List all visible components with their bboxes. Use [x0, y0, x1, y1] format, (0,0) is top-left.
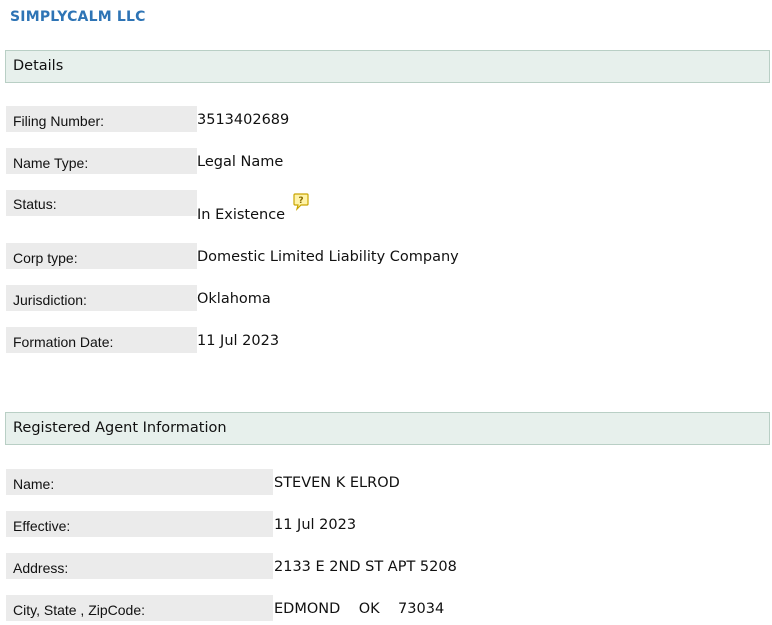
- svg-text:?: ?: [298, 196, 303, 206]
- name-type-label: Name Type:: [6, 148, 197, 174]
- note-icon[interactable]: ?: [293, 193, 309, 211]
- agent-city-state-zip-value: EDMOND OK 73034: [274, 601, 445, 617]
- agent-effective-label: Effective:: [6, 511, 273, 537]
- filing-number-value: 3513402689: [197, 112, 290, 128]
- status-value: In Existence: [197, 207, 286, 223]
- corp-type-value: Domestic Limited Liability Company: [197, 249, 459, 265]
- name-type-value: Legal Name: [197, 154, 284, 170]
- agent-name-label: Name:: [6, 469, 273, 495]
- agent-name-value: STEVEN K ELROD: [274, 475, 400, 491]
- filing-number-label: Filing Number:: [6, 106, 197, 132]
- details-section-header: Details: [5, 50, 770, 83]
- agent-effective-value: 11 Jul 2023: [274, 517, 357, 533]
- corp-type-label: Corp type:: [6, 243, 197, 269]
- formation-date-label: Formation Date:: [6, 327, 197, 353]
- agent-city-state-zip-label: City, State , ZipCode:: [6, 595, 273, 621]
- agent-address-label: Address:: [6, 553, 273, 579]
- status-label: Status:: [6, 190, 197, 216]
- formation-date-value: 11 Jul 2023: [197, 333, 280, 349]
- company-name: SIMPLYCALM LLC: [10, 9, 146, 25]
- agent-address-value: 2133 E 2ND ST APT 5208: [274, 559, 457, 575]
- jurisdiction-label: Jurisdiction:: [6, 285, 197, 311]
- agent-section-header: Registered Agent Information: [5, 412, 770, 445]
- jurisdiction-value: Oklahoma: [197, 291, 271, 307]
